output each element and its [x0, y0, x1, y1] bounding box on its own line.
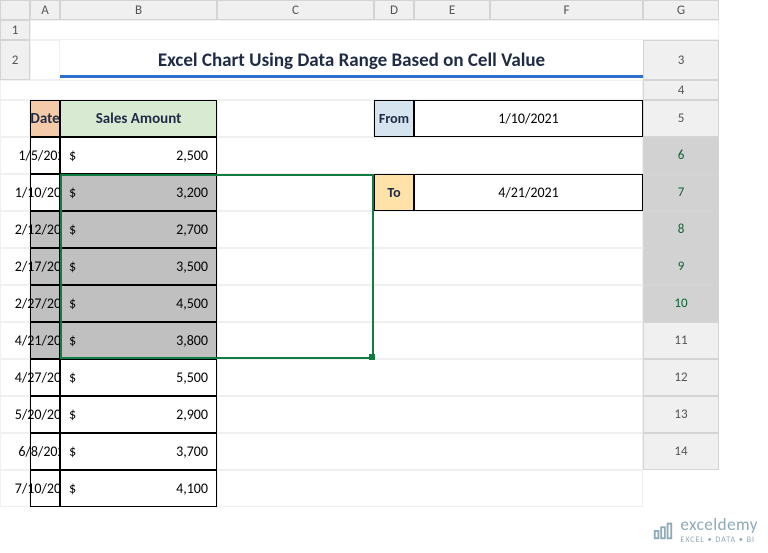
cell-blank[interactable] [217, 285, 643, 322]
table-row[interactable]: 2/17/2021 [30, 248, 60, 285]
cell-blank[interactable] [217, 174, 374, 211]
col-header-A[interactable]: A [30, 0, 60, 20]
amount: 5,500 [176, 369, 208, 386]
table-row[interactable]: 2/12/2021 [30, 211, 60, 248]
cell-blank[interactable] [217, 248, 643, 285]
currency: $ [69, 480, 76, 497]
row-header-11[interactable]: 11 [643, 322, 719, 359]
title-underline [60, 75, 643, 78]
table-row[interactable]: $3,200 [60, 174, 217, 211]
table-header-sales[interactable]: Sales Amount [60, 100, 217, 137]
row-header-14[interactable]: 14 [643, 433, 719, 470]
row-header-4[interactable]: 4 [643, 80, 719, 100]
col-header-E[interactable]: E [414, 0, 490, 20]
cell-blank[interactable] [217, 322, 643, 359]
amount: 2,700 [176, 221, 208, 238]
amount: 3,700 [176, 443, 208, 460]
currency: $ [69, 443, 76, 460]
currency: $ [69, 184, 76, 201]
table-header-date[interactable]: Date [30, 100, 60, 137]
watermark-tagline: EXCEL • DATA • BI [680, 535, 758, 545]
cell-blank[interactable] [30, 20, 719, 40]
from-label[interactable]: From [374, 100, 414, 137]
table-row[interactable]: $3,500 [60, 248, 217, 285]
col-header-F[interactable]: F [490, 0, 643, 20]
table-row[interactable]: $3,700 [60, 433, 217, 470]
row-header-10[interactable]: 10 [643, 285, 719, 322]
currency: $ [69, 147, 76, 164]
table-row[interactable]: $2,500 [60, 137, 217, 174]
page-title-wrap[interactable]: Excel Chart Using Data Range Based on Ce… [60, 40, 643, 80]
currency: $ [69, 258, 76, 275]
row-header-2[interactable]: 2 [0, 40, 30, 80]
amount: 4,500 [176, 295, 208, 312]
spreadsheet-grid: A B C D E F G 1 2 Excel Chart Using Data… [0, 0, 719, 507]
table-row[interactable]: 4/21/2021 [30, 322, 60, 359]
chart-icon [652, 519, 674, 541]
row-header-13[interactable]: 13 [643, 396, 719, 433]
currency: $ [69, 406, 76, 423]
to-value[interactable]: 4/21/2021 [414, 174, 643, 211]
col-header-B[interactable]: B [60, 0, 217, 20]
row-header-7[interactable]: 7 [643, 174, 719, 211]
row-header-9[interactable]: 9 [643, 248, 719, 285]
table-row[interactable]: 4/27/2021 [30, 359, 60, 396]
cell-blank[interactable] [217, 433, 643, 470]
select-all-corner[interactable] [0, 0, 30, 20]
table-row[interactable]: 1/5/2021 [30, 137, 60, 174]
cell-blank[interactable] [0, 100, 30, 137]
cell-blank[interactable] [217, 100, 374, 137]
watermark-brand: exceldemy [680, 514, 758, 535]
table-row[interactable]: $5,500 [60, 359, 217, 396]
table-row[interactable]: 7/10/2021 [30, 470, 60, 507]
page-title: Excel Chart Using Data Range Based on Ce… [158, 49, 545, 72]
to-label[interactable]: To [374, 174, 414, 211]
amount: 4,100 [176, 480, 208, 497]
col-header-C[interactable]: C [217, 0, 374, 20]
from-value[interactable]: 1/10/2021 [414, 100, 643, 137]
table-row[interactable]: $2,900 [60, 396, 217, 433]
amount: 3,800 [176, 332, 208, 349]
cell-blank[interactable] [217, 470, 643, 507]
cell-blank[interactable] [0, 80, 643, 100]
col-header-G[interactable]: G [643, 0, 719, 20]
table-row[interactable]: $2,700 [60, 211, 217, 248]
table-row[interactable]: $4,500 [60, 285, 217, 322]
currency: $ [69, 221, 76, 238]
table-row[interactable]: 1/10/2021 [30, 174, 60, 211]
amount: 3,500 [176, 258, 208, 275]
table-row[interactable]: $3,800 [60, 322, 217, 359]
cell-blank[interactable] [217, 396, 643, 433]
cell-blank[interactable] [30, 40, 60, 80]
table-row[interactable]: $4,100 [60, 470, 217, 507]
row-header-6[interactable]: 6 [643, 137, 719, 174]
cell-blank[interactable] [217, 137, 643, 174]
table-row[interactable]: 2/27/2021 [30, 285, 60, 322]
row-header-12[interactable]: 12 [643, 359, 719, 396]
table-row[interactable]: 6/8/2021 [30, 433, 60, 470]
row-header-5[interactable]: 5 [643, 100, 719, 137]
row-header-8[interactable]: 8 [643, 211, 719, 248]
watermark: exceldemy EXCEL • DATA • BI [652, 514, 758, 545]
row-header-3[interactable]: 3 [643, 40, 719, 80]
currency: $ [69, 332, 76, 349]
col-header-D[interactable]: D [374, 0, 414, 20]
table-row[interactable]: 5/20/2021 [30, 396, 60, 433]
amount: 2,900 [176, 406, 208, 423]
cell-blank[interactable] [217, 359, 643, 396]
row-header-1[interactable]: 1 [0, 20, 30, 40]
amount: 2,500 [176, 147, 208, 164]
amount: 3,200 [176, 184, 208, 201]
cell-blank[interactable] [217, 211, 643, 248]
currency: $ [69, 369, 76, 386]
currency: $ [69, 295, 76, 312]
